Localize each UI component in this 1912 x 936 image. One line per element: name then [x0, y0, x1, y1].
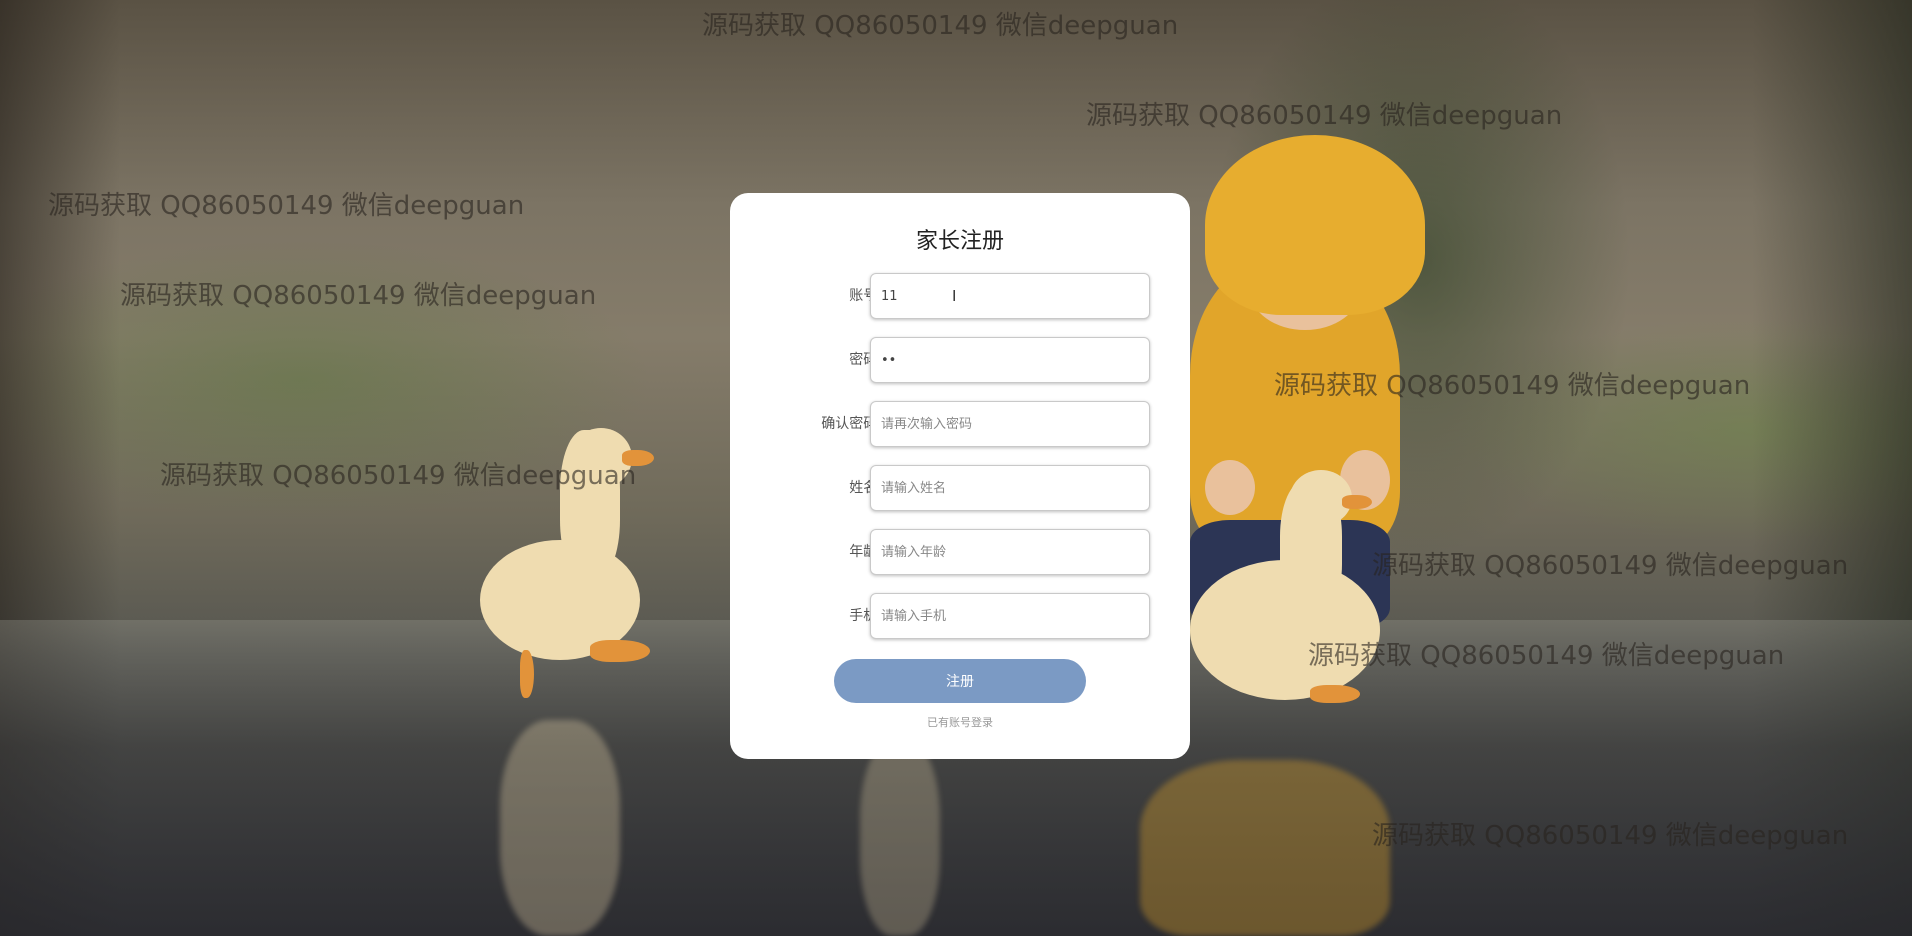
text-cursor-icon: I	[952, 287, 957, 305]
register-card: 家长注册 账号: I 密码: 确认密码: 姓名: 年龄: 手机: 注册 已有账号…	[730, 193, 1190, 759]
watermark-text: 源码获取 QQ86050149 微信deepguan	[48, 191, 525, 221]
form-row-age: 年龄:	[730, 529, 1190, 575]
age-input[interactable]	[870, 529, 1150, 575]
watermark-text: 源码获取 QQ86050149 微信deepguan	[120, 281, 597, 311]
form-row-account: 账号: I	[730, 273, 1190, 319]
form-row-name: 姓名:	[730, 465, 1190, 511]
phone-label: 手机:	[849, 608, 882, 624]
watermark-text: 源码获取 QQ86050149 微信deepguan	[1274, 371, 1751, 401]
watermark-text: 源码获取 QQ86050149 微信deepguan	[1372, 551, 1849, 581]
account-input[interactable]	[870, 273, 1150, 319]
watermark-text: 源码获取 QQ86050149 微信deepguan	[702, 11, 1179, 41]
password-input[interactable]	[870, 337, 1150, 383]
watermark-text: 源码获取 QQ86050149 微信deepguan	[1308, 641, 1785, 671]
password-label: 密码:	[849, 352, 882, 368]
confirm-password-label: 确认密码:	[821, 416, 882, 432]
confirm-password-input[interactable]	[870, 401, 1150, 447]
age-label: 年龄:	[849, 544, 882, 560]
page-title: 家长注册	[915, 229, 1004, 254]
phone-input[interactable]	[870, 593, 1150, 639]
watermark-text: 源码获取 QQ86050149 微信deepguan	[160, 461, 637, 491]
form-row-phone: 手机:	[730, 593, 1190, 639]
name-input[interactable]	[870, 465, 1150, 511]
form-row-password: 密码:	[730, 337, 1190, 383]
name-label: 姓名:	[849, 480, 882, 496]
form-row-confirm-password: 确认密码:	[730, 401, 1190, 447]
watermark-text: 源码获取 QQ86050149 微信deepguan	[1372, 821, 1849, 851]
login-link[interactable]: 已有账号登录	[730, 714, 1190, 730]
register-button[interactable]: 注册	[834, 659, 1086, 703]
account-label: 账号:	[849, 288, 882, 304]
watermark-text: 源码获取 QQ86050149 微信deepguan	[1086, 101, 1563, 131]
